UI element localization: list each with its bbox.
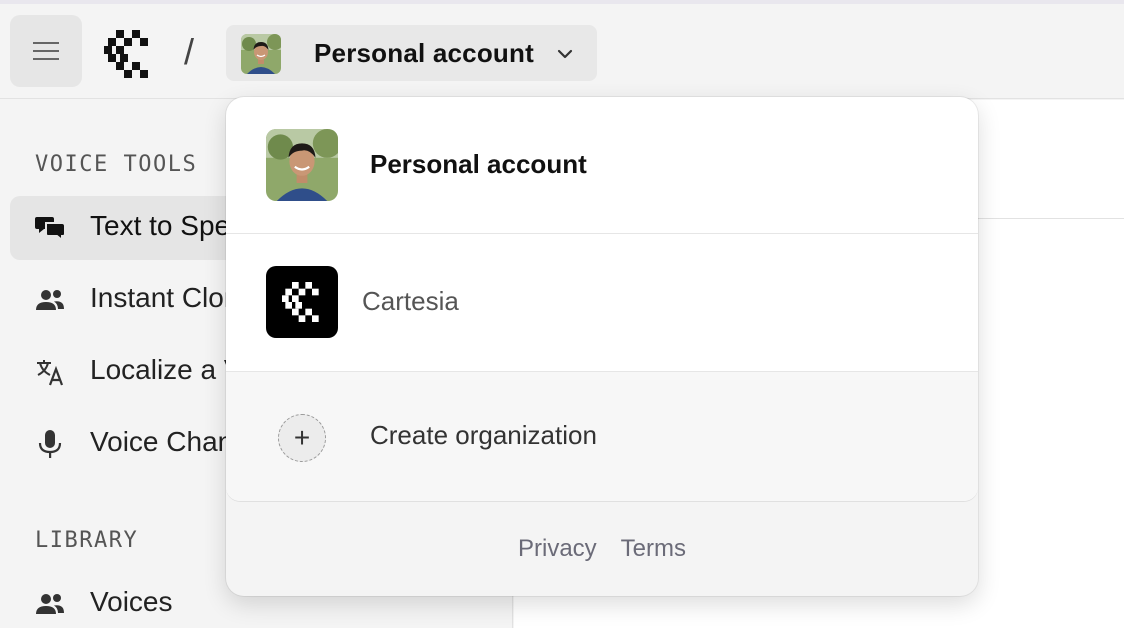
account-option-cartesia[interactable]: Cartesia (226, 234, 978, 372)
plus-icon: + (278, 414, 326, 462)
dropdown-footer: Privacy Terms (226, 501, 978, 596)
avatar (266, 129, 338, 201)
cartesia-org-logo (266, 266, 338, 338)
account-list: Personal account Cartesia + Create organ… (226, 97, 978, 501)
account-option-label: Personal account (370, 149, 587, 179)
create-organization-label: Create organization (370, 420, 597, 450)
microphone-icon (38, 430, 62, 458)
avatar (241, 34, 281, 74)
hamburger-icon (33, 42, 59, 60)
translate-icon (37, 360, 64, 386)
breadcrumb-separator: / (184, 31, 195, 72)
account-switcher-dropdown: Personal account Cartesia + Create organ… (226, 97, 978, 596)
section-label-library: LIBRARY (35, 528, 139, 553)
hamburger-menu-button[interactable] (10, 15, 82, 87)
cartesia-logo-icon (282, 282, 319, 322)
account-option-label: Cartesia (362, 286, 459, 316)
people-icon (36, 594, 64, 614)
terms-link[interactable]: Terms (621, 535, 686, 563)
cartesia-logo-icon[interactable] (104, 30, 152, 78)
create-organization-button[interactable]: + Create organization (226, 372, 978, 501)
chat-bubbles-icon (35, 217, 66, 243)
people-icon (36, 290, 64, 310)
sidebar-item-label: Voices (90, 586, 173, 617)
account-option-personal[interactable]: Personal account (226, 97, 978, 234)
top-bar: / Personal account (0, 4, 1124, 99)
account-selector-button[interactable]: Personal account (226, 25, 597, 81)
account-selector-label: Personal account (314, 38, 534, 68)
section-label-voice-tools: VOICE TOOLS (35, 152, 198, 177)
privacy-link[interactable]: Privacy (518, 535, 597, 563)
chevron-down-icon (557, 49, 573, 59)
